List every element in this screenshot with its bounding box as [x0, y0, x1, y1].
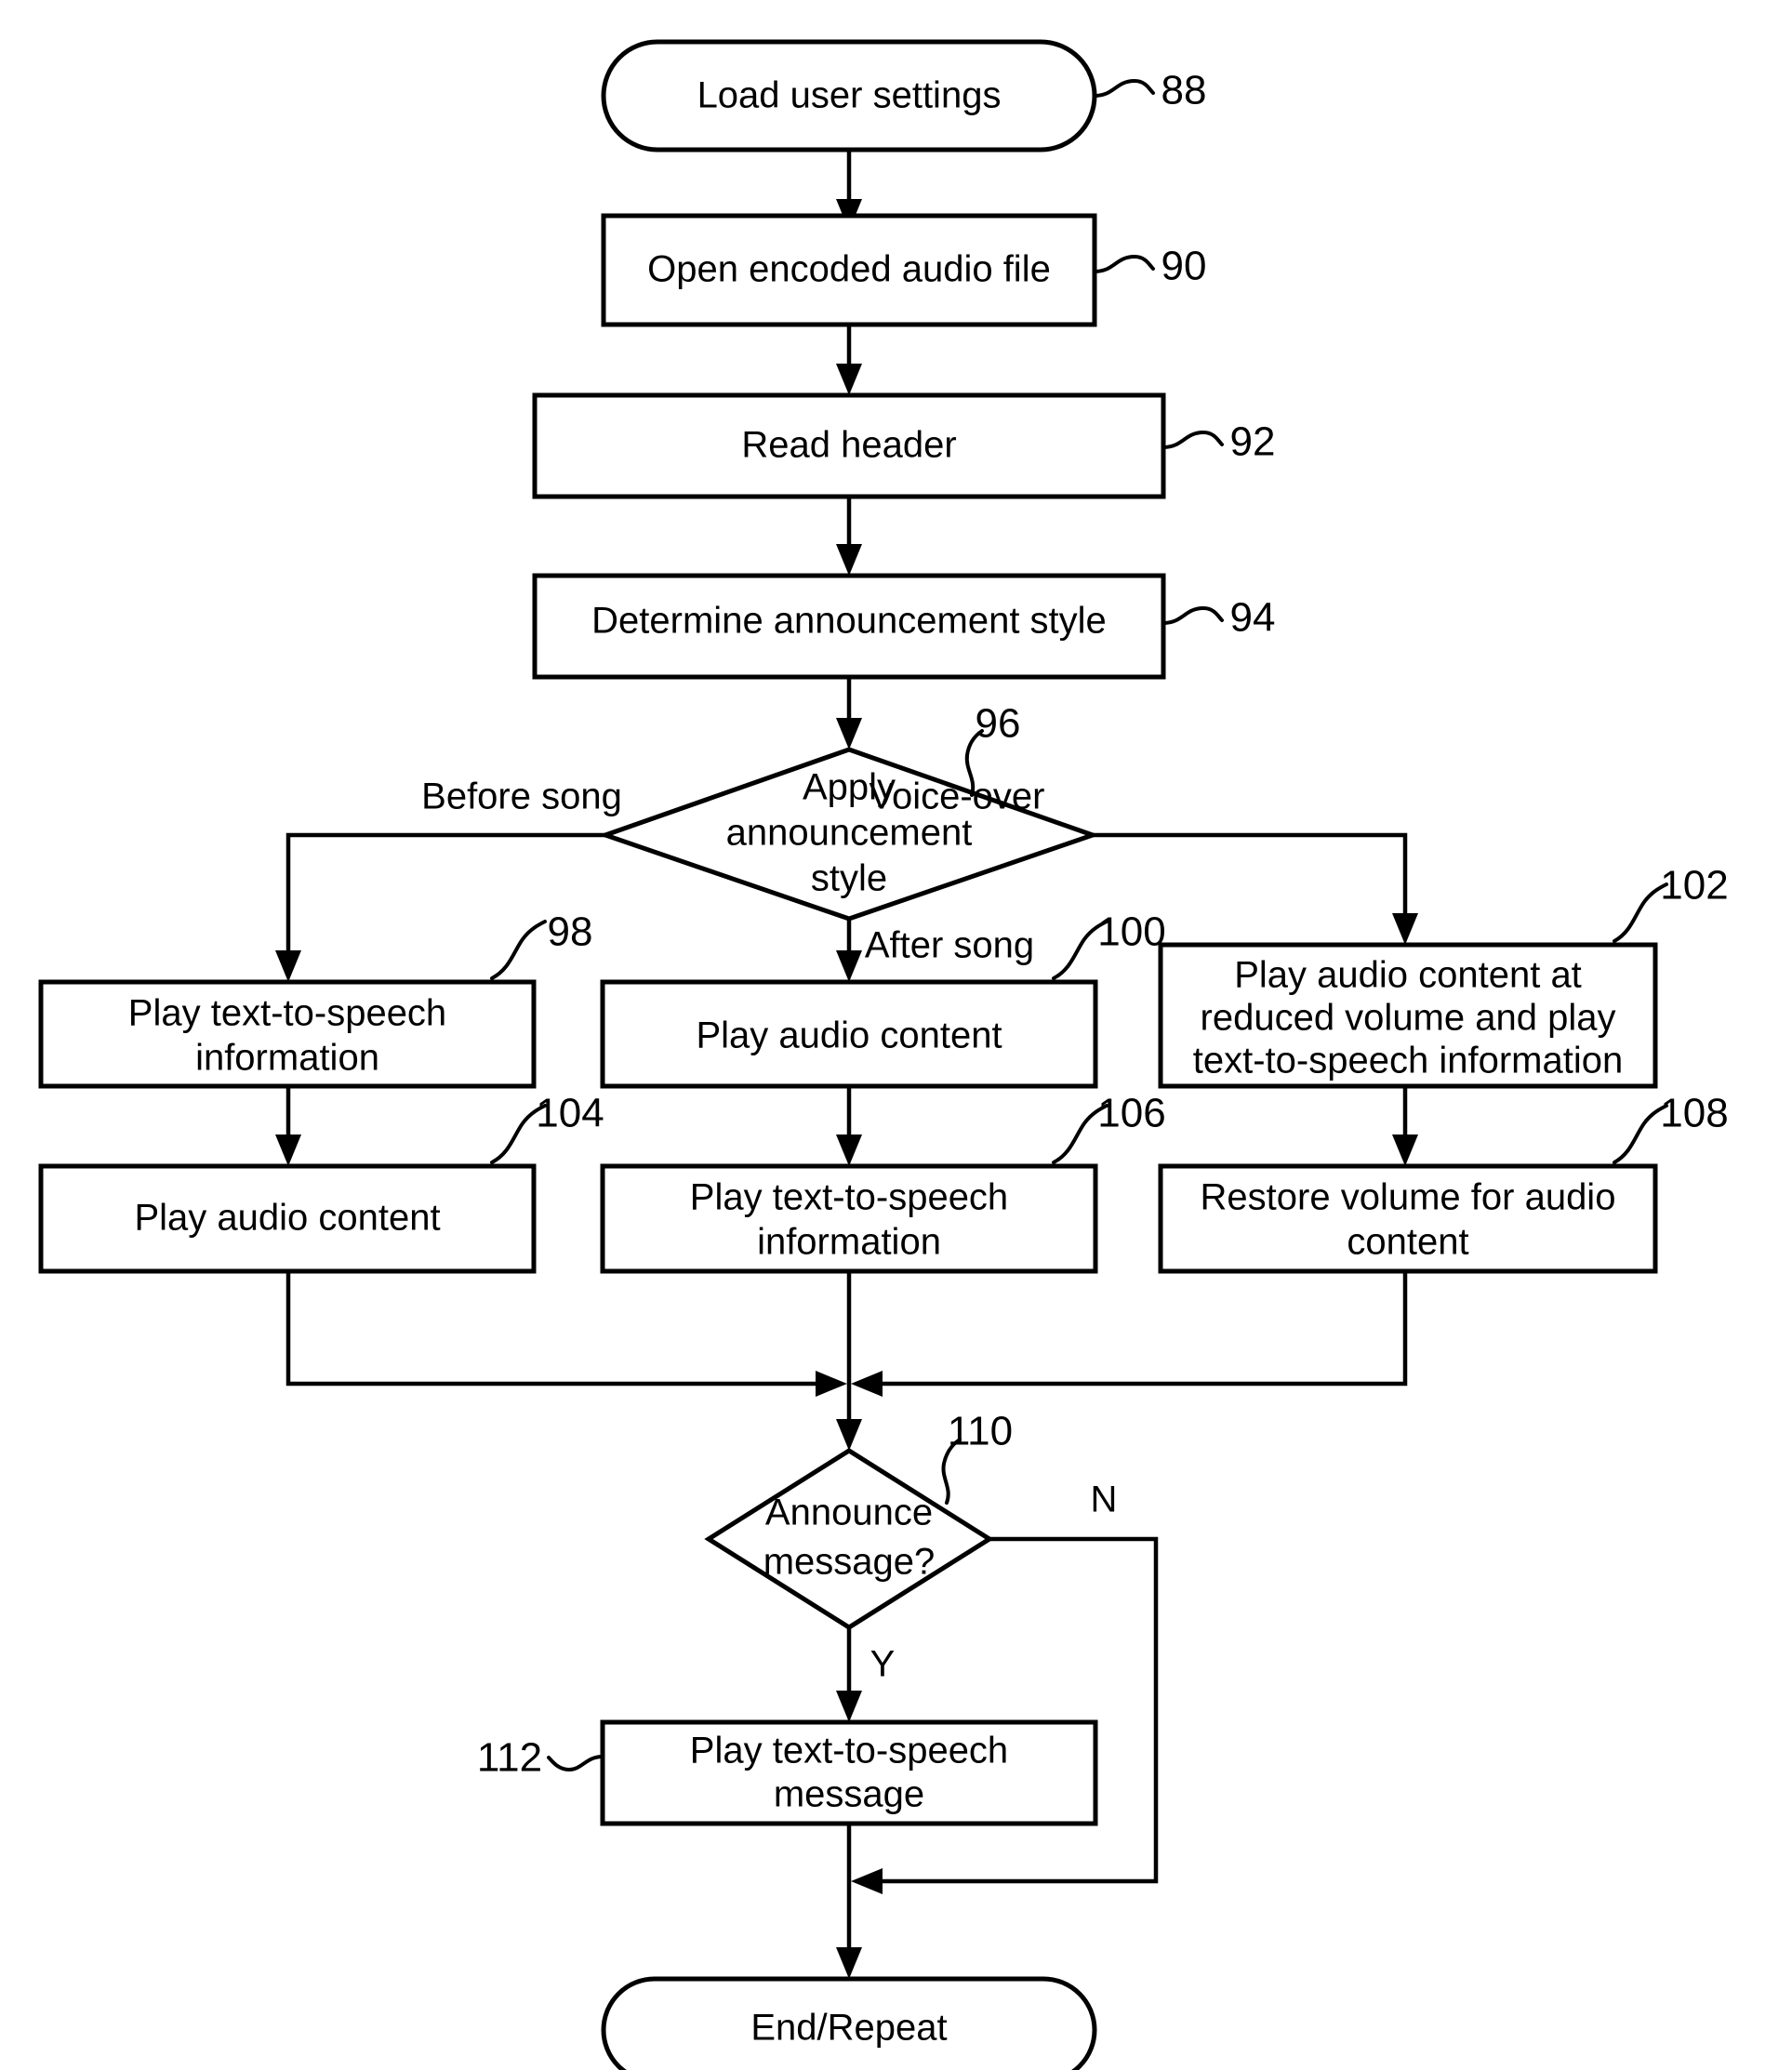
edge-label-voice-over: Voice-over	[869, 776, 1045, 817]
node-label-mid-tts-line2: information	[757, 1222, 941, 1263]
node-play-audio-content-left[interactable]: Play audio content	[38, 1163, 537, 1274]
ref-92-group: 92	[1161, 419, 1276, 465]
arrowhead-header-to-determine	[836, 544, 862, 576]
ref-number-88: 88	[1161, 68, 1207, 113]
ref-leader-92	[1161, 430, 1224, 449]
ref-number-100: 100	[1097, 909, 1165, 955]
ref-number-110: 110	[948, 1409, 1013, 1454]
arrowhead-mid-audio-to-mid-tts	[836, 1135, 862, 1166]
flowchart-canvas: Load user settings 88 Open encoded audio…	[0, 0, 1792, 2070]
ref-leader-102	[1613, 882, 1668, 943]
arrowhead-apply-to-mid-audio	[836, 950, 862, 982]
edge-right-restore-to-merge	[866, 1271, 1408, 1387]
ref-104-group: 104	[490, 1091, 604, 1164]
ref-number-102: 102	[1660, 863, 1728, 909]
ref-102-group: 102	[1613, 863, 1729, 943]
node-determine-announcement-style[interactable]: Determine announcement style	[532, 573, 1166, 680]
arrowhead-play-msg-to-end	[836, 1947, 862, 1979]
edge-left-audio-to-merge	[285, 1271, 832, 1387]
node-label-right-restore-line2: content	[1347, 1222, 1468, 1263]
ref-number-106: 106	[1097, 1091, 1165, 1136]
arrowhead-determine-to-apply	[836, 718, 862, 750]
ref-106-group: 106	[1052, 1091, 1166, 1164]
ref-number-98: 98	[548, 909, 593, 955]
node-label-announce-line2: message?	[763, 1542, 936, 1583]
node-label-apply-line3: style	[811, 858, 887, 899]
ref-112-group: 112	[477, 1735, 604, 1781]
node-end-repeat[interactable]: End/Repeat	[601, 1976, 1097, 2070]
edge-label-no: N	[1091, 1480, 1118, 1520]
node-label-play-msg-line1: Play text-to-speech	[690, 1731, 1008, 1771]
arrowhead-right-reduced-to-right-restore	[1392, 1135, 1418, 1166]
node-label-left-audio-line1: Play audio content	[134, 1198, 440, 1239]
node-play-tts-message[interactable]: Play text-to-speech message	[600, 1719, 1098, 1826]
ref-100-group: 100	[1052, 909, 1166, 980]
node-play-audio-content-mid[interactable]: Play audio content	[600, 979, 1098, 1089]
arrowhead-right-merge	[851, 1371, 883, 1397]
ref-number-108: 108	[1660, 1091, 1728, 1136]
ref-98-group: 98	[490, 909, 593, 980]
ref-leader-94	[1161, 605, 1224, 625]
ref-94-group: 94	[1161, 595, 1276, 641]
node-label-mid-audio-line1: Play audio content	[696, 1015, 1002, 1056]
edge-label-before-song: Before song	[421, 776, 622, 817]
node-label-right-reduced-line2: reduced volume and play	[1201, 998, 1616, 1039]
arrowhead-decision-no	[851, 1868, 883, 1894]
node-label-announce-line1: Announce	[765, 1493, 933, 1533]
node-label-apply-line2: announcement	[726, 813, 973, 854]
ref-90-group: 90	[1093, 244, 1207, 289]
node-label-left-tts-line1: Play text-to-speech	[128, 993, 446, 1034]
arrowhead-apply-to-left-tts	[275, 950, 301, 982]
ref-number-112: 112	[477, 1735, 542, 1781]
edge-label-yes: Y	[870, 1644, 896, 1685]
ref-leader-98	[490, 920, 547, 980]
ref-leader-90	[1093, 254, 1155, 273]
node-label-open-encoded-audio-file: Open encoded audio file	[647, 249, 1051, 290]
ref-110-group: 110	[941, 1409, 1013, 1505]
arrowhead-decision-yes	[836, 1691, 862, 1722]
node-load-user-settings[interactable]: Load user settings	[601, 39, 1097, 153]
node-label-read-header: Read header	[741, 425, 956, 466]
node-label-right-reduced-line1: Play audio content at	[1234, 955, 1582, 996]
ref-leader-112	[547, 1755, 604, 1772]
ref-88-group: 88	[1093, 68, 1207, 113]
node-label-play-msg-line2: message	[774, 1774, 924, 1815]
ref-number-94: 94	[1230, 595, 1276, 641]
node-label-mid-tts-line1: Play text-to-speech	[690, 1177, 1008, 1218]
arrowhead-left-tts-to-left-audio	[275, 1135, 301, 1166]
ref-number-92: 92	[1230, 419, 1276, 465]
arrowhead-apply-to-right-reduced	[1392, 913, 1418, 945]
node-label-load-user-settings: Load user settings	[697, 75, 1002, 116]
ref-number-90: 90	[1161, 244, 1207, 289]
node-label-determine-announcement-style: Determine announcement style	[591, 601, 1107, 642]
ref-leader-108	[1613, 1104, 1668, 1164]
node-shape-decision	[704, 1448, 994, 1630]
node-label-right-reduced-line3: text-to-speech information	[1193, 1041, 1623, 1081]
edge-label-after-song: After song	[865, 925, 1034, 966]
node-label-right-restore-line1: Restore volume for audio	[1201, 1177, 1616, 1218]
node-open-encoded-audio-file[interactable]: Open encoded audio file	[601, 213, 1097, 327]
node-apply-announcement-style[interactable]: Apply announcement style	[598, 747, 1100, 922]
node-play-tts-information-mid[interactable]: Play text-to-speech information	[600, 1163, 1098, 1274]
flowchart-svg: Load user settings 88 Open encoded audio…	[38, 39, 1729, 2070]
node-announce-message-decision[interactable]: Announce message?	[704, 1448, 994, 1630]
node-label-left-tts-line2: information	[195, 1038, 379, 1079]
arrowhead-merge-to-decision	[836, 1419, 862, 1451]
node-restore-volume[interactable]: Restore volume for audio content	[1158, 1163, 1658, 1274]
ref-number-104: 104	[536, 1091, 604, 1136]
ref-number-96: 96	[976, 701, 1021, 747]
arrowhead-open-to-header	[836, 364, 862, 395]
arrowhead-left-merge	[816, 1371, 847, 1397]
node-label-end-repeat: End/Repeat	[750, 2008, 947, 2049]
node-play-audio-reduced-volume[interactable]: Play audio content at reduced volume and…	[1158, 942, 1658, 1089]
node-read-header[interactable]: Read header	[532, 392, 1166, 499]
ref-108-group: 108	[1613, 1091, 1729, 1164]
ref-leader-88	[1093, 78, 1155, 98]
node-play-tts-information-left[interactable]: Play text-to-speech information	[38, 979, 537, 1089]
